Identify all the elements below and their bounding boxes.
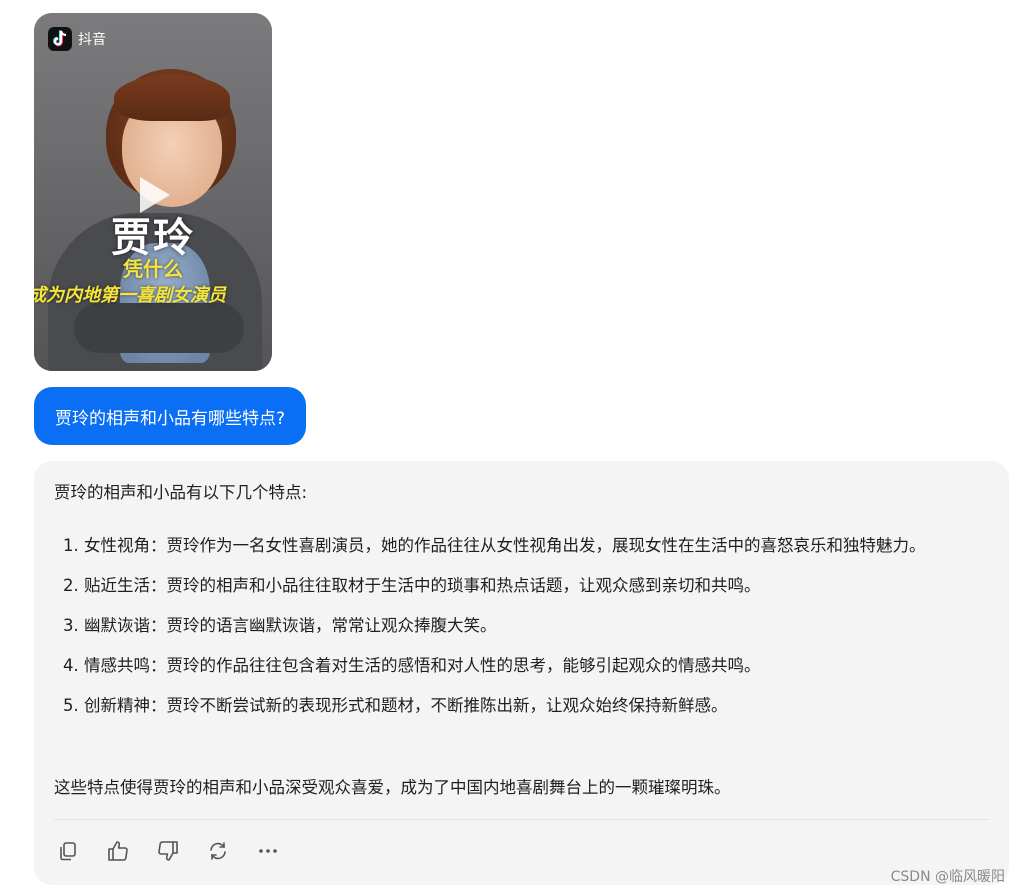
list-item: 3. 幽默诙谐：贾玲的语言幽默诙谐，常常让观众捧腹大笑。 <box>54 611 989 641</box>
douyin-logo: 抖音 <box>48 27 106 51</box>
user-message-text: 贾玲的相声和小品有哪些特点? <box>55 408 286 429</box>
reply-intro: 贾玲的相声和小品有以下几个特点: <box>54 483 308 502</box>
watermark: CSDN @临风暖阳 <box>890 869 1005 885</box>
thumbs-down-icon <box>158 841 178 861</box>
video-card[interactable]: 抖音 贾玲 凭什么 成为内地第一喜剧女演员 <box>34 13 272 371</box>
list-item: 5. 创新精神：贾玲不断尝试新的表现形式和题材，不断推陈出新，让观众始终保持新鲜… <box>54 691 989 721</box>
copy-button[interactable] <box>54 837 82 865</box>
chat-page: 抖音 贾玲 凭什么 成为内地第一喜剧女演员 贾玲的相声和小品有哪些特点? 贾玲的… <box>0 0 1019 894</box>
more-button[interactable] <box>254 837 282 865</box>
regenerate-icon <box>210 842 226 860</box>
divider <box>54 819 989 820</box>
thumbs-up-icon <box>108 841 128 861</box>
play-icon[interactable] <box>140 177 170 213</box>
list-item: 4. 情感共鸣：贾玲的作品往往包含着对生活的感悟和对人性的思考，能够引起观众的情… <box>54 651 989 681</box>
copy-icon <box>60 842 76 861</box>
list-item: 1. 女性视角：贾玲作为一名女性喜剧演员，她的作品往往从女性视角出发，展现女性在… <box>54 531 989 561</box>
platform-label: 抖音 <box>78 32 106 48</box>
video-subtitle-2: 成为内地第一喜剧女演员 <box>34 285 226 306</box>
douyin-icon <box>48 27 72 51</box>
list-item-text: 女性视角：贾玲作为一名女性喜剧演员，她的作品往往从女性视角出发，展现女性在生活中… <box>84 536 926 555</box>
person-arms <box>74 303 244 353</box>
list-item-number: 3. <box>63 616 79 635</box>
list-item-number: 2. <box>63 576 79 595</box>
thumbs-up-button[interactable] <box>104 837 132 865</box>
regenerate-button[interactable] <box>204 837 232 865</box>
list-item-text: 贴近生活：贾玲的相声和小品往往取材于生活中的琐事和热点话题，让观众感到亲切和共鸣… <box>84 576 761 595</box>
user-message-bubble: 贾玲的相声和小品有哪些特点? <box>34 387 307 445</box>
list-item-text: 幽默诙谐：贾玲的语言幽默诙谐，常常让观众捧腹大笑。 <box>84 616 497 635</box>
video-subtitle: 凭什么 <box>123 257 183 281</box>
assistant-reply-card: 贾玲的相声和小品有以下几个特点: 1. 女性视角：贾玲作为一名女性喜剧演员，她的… <box>34 461 1009 885</box>
more-icon <box>259 849 277 853</box>
person-fringe <box>114 75 230 121</box>
list-item-text: 创新精神：贾玲不断尝试新的表现形式和题材，不断推陈出新，让观众始终保持新鲜感。 <box>84 696 728 715</box>
list-item-number: 4. <box>63 656 79 675</box>
reply-actions <box>54 837 282 865</box>
thumbs-down-button[interactable] <box>154 837 182 865</box>
list-item-text: 情感共鸣：贾玲的作品往往包含着对生活的感悟和对人性的思考，能够引起观众的情感共鸣… <box>84 656 761 675</box>
reply-outro: 这些特点使得贾玲的相声和小品深受观众喜爱，成为了中国内地喜剧舞台上的一颗璀璨明珠… <box>54 778 731 797</box>
list-item-number: 5. <box>63 696 79 715</box>
reply-points-list: 1. 女性视角：贾玲作为一名女性喜剧演员，她的作品往往从女性视角出发，展现女性在… <box>54 531 989 731</box>
list-item-number: 1. <box>63 536 79 555</box>
list-item: 2. 贴近生活：贾玲的相声和小品往往取材于生活中的琐事和热点话题，让观众感到亲切… <box>54 571 989 601</box>
